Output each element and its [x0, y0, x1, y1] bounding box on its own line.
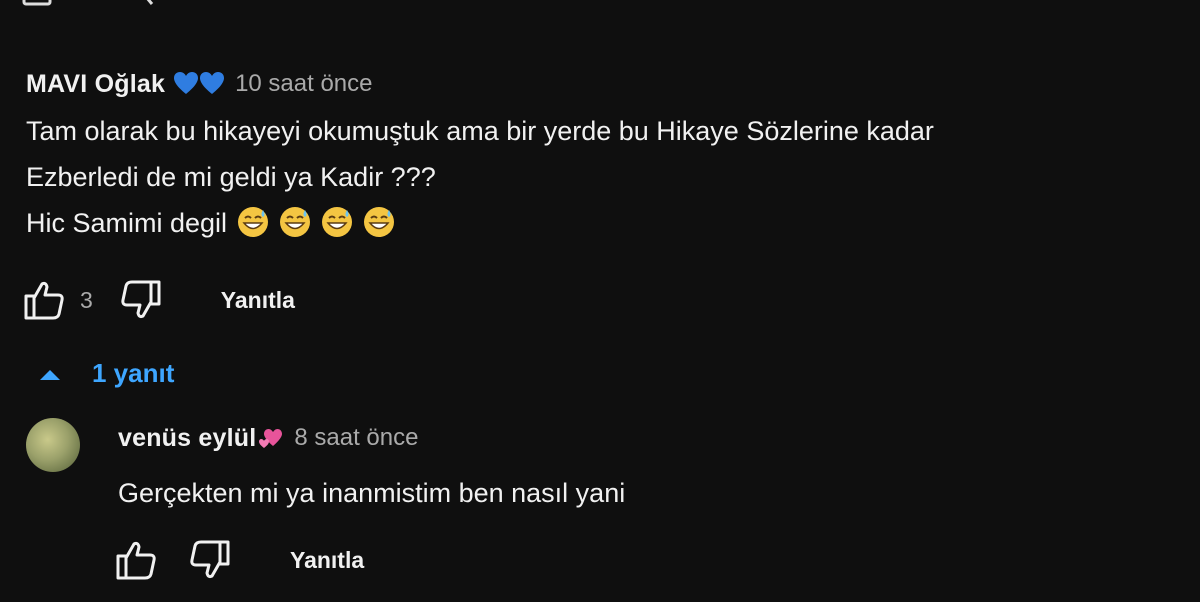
thumbs-down-icon[interactable]	[188, 538, 232, 582]
cropped-toolbar	[0, 0, 1200, 16]
replies-toggle[interactable]: 1 yanıt	[38, 358, 174, 389]
like-count: 3	[80, 286, 93, 313]
comment: MAVI Oğlak 10 saat önce Tam olarak bu hi…	[26, 66, 934, 246]
comment-author[interactable]: MAVI Oğlak	[26, 70, 165, 99]
grinning-sweat-emoji	[322, 207, 353, 237]
thumbs-up-icon[interactable]	[114, 538, 158, 582]
replies-count-label: 1 yanıt	[92, 358, 175, 388]
cropped-icons	[22, 0, 162, 15]
grinning-sweat-emoji-row	[237, 206, 395, 238]
reply-body: venüs eylül 8 saat önce Gerçekten mi ya …	[118, 418, 625, 516]
reply-timestamp[interactable]: 8 saat önce	[294, 424, 418, 452]
blue-hearts-icon	[173, 71, 225, 97]
two-hearts-icon	[258, 426, 284, 450]
reply-text: Gerçekten mi ya inanmistim ben nasıl yan…	[118, 478, 626, 508]
thumbs-up-icon[interactable]	[22, 278, 66, 322]
comment-line-3: Hic Samimi degil	[26, 200, 934, 246]
comment-timestamp[interactable]: 10 saat önce	[235, 70, 372, 98]
grinning-sweat-emoji	[238, 207, 269, 237]
comment-text: Tam olarak bu hikayeyi okumuştuk ama bir…	[26, 108, 934, 246]
caret-up-icon	[38, 358, 62, 389]
reply-actions: Yanıtla	[114, 538, 364, 582]
comment-line-2: Ezberledi de mi geldi ya Kadir ???	[26, 162, 436, 192]
reply-author[interactable]: venüs eylül	[118, 424, 256, 453]
thumbs-down-icon[interactable]	[119, 278, 163, 322]
reply-meta: venüs eylül 8 saat önce	[118, 418, 625, 458]
reply-button[interactable]: Yanıtla	[290, 547, 364, 574]
comment-line-3-text: Hic Samimi degil	[26, 208, 228, 238]
comment-actions: 3 Yanıtla	[22, 278, 295, 322]
grinning-sweat-emoji	[364, 207, 395, 237]
comment-line-1: Tam olarak bu hikayeyi okumuştuk ama bir…	[26, 116, 934, 146]
cropped-like-icons	[22, 0, 154, 6]
grinning-sweat-emoji	[280, 207, 311, 237]
comment-meta: MAVI Oğlak 10 saat önce	[26, 66, 934, 102]
avatar[interactable]	[26, 418, 80, 472]
reply-button[interactable]: Yanıtla	[221, 287, 295, 314]
